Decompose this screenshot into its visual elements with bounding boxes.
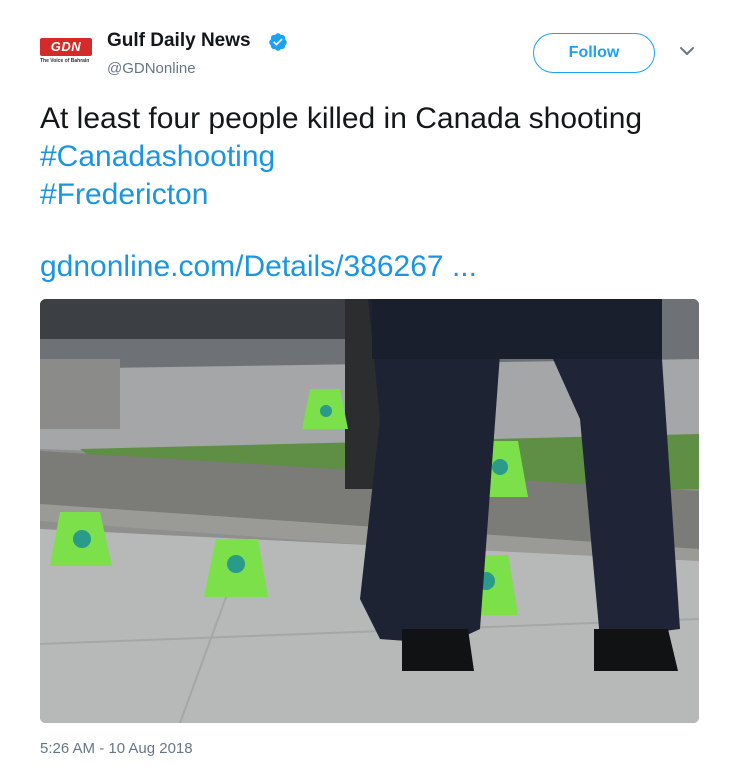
evidence-marker — [302, 389, 348, 429]
display-name[interactable]: Gulf Daily News — [107, 30, 251, 52]
tweet-body: At least four people killed in Canada sh… — [40, 102, 643, 135]
hashtag-canadashooting[interactable]: #Canadashooting — [40, 138, 720, 176]
crime-scene-photo — [40, 299, 699, 723]
handle[interactable]: @GDNonline — [107, 60, 196, 77]
tweet-card: GDN The Voice of Bahrain Gulf Daily News… — [0, 0, 735, 772]
gdn-logo: GDN — [40, 38, 92, 56]
hashtag-fredericton[interactable]: #Fredericton — [40, 176, 720, 214]
logo-tagline: The Voice of Bahrain — [40, 58, 90, 64]
tweet-text: At least four people killed in Canada sh… — [40, 100, 720, 214]
chevron-down-icon[interactable] — [678, 44, 696, 58]
follow-button[interactable]: Follow — [533, 33, 655, 73]
verified-badge-icon — [269, 33, 287, 51]
tweet-photo[interactable] — [40, 299, 699, 723]
avatar[interactable]: GDN The Voice of Bahrain — [40, 38, 92, 66]
timestamp[interactable]: 5:26 AM - 10 Aug 2018 — [40, 740, 193, 757]
tweet-link[interactable]: gdnonline.com/Details/386267 ... — [40, 250, 477, 284]
